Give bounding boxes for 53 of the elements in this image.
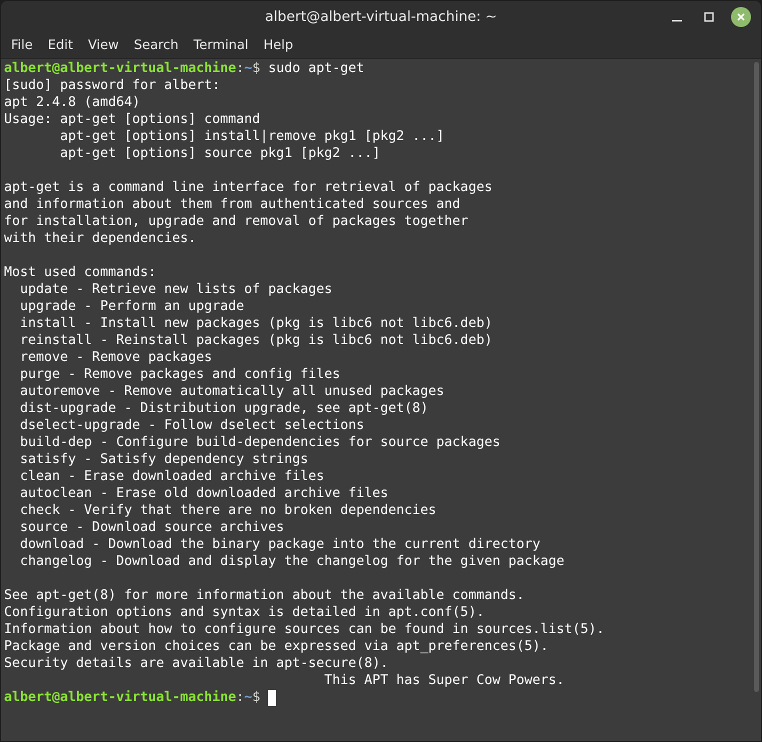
output-line: satisfy - Satisfy dependency strings bbox=[19, 451, 308, 468]
output-line: changelog - Download and display the changelog for the given package bbox=[19, 553, 564, 570]
menu-item[interactable]: Edit bbox=[40, 34, 80, 58]
output-line: apt-get is a command line interface for retrieval of packages bbox=[4, 179, 492, 196]
prompt-path: ~ bbox=[244, 689, 252, 706]
menu-item[interactable]: View bbox=[80, 34, 126, 58]
output-line: autoclean - Erase old downloaded archive files bbox=[19, 485, 388, 502]
output-line: [sudo] password for albert: bbox=[4, 77, 220, 94]
minimize-icon bbox=[672, 20, 682, 22]
output-line: Security details are available in apt-secure(8). bbox=[4, 655, 388, 672]
prompt-separator: : bbox=[236, 60, 244, 77]
prompt-path: ~ bbox=[244, 60, 252, 77]
output-line: apt-get [options] source pkg1 [pkg2 ...] bbox=[59, 145, 380, 162]
output-line: dselect-upgrade - Follow dselect selections bbox=[19, 417, 364, 434]
prompt-user-host: albert@albert-virtual-machine bbox=[4, 60, 236, 77]
window-title: albert@albert-virtual-machine: ~ bbox=[265, 8, 497, 26]
output-line: Package and version choices can be expressed via apt_preferences(5). bbox=[4, 638, 548, 655]
output-line: clean - Erase downloaded archive files bbox=[19, 468, 324, 485]
output-line: apt-get [options] install|remove pkg1 [pkg2 ...] bbox=[59, 128, 444, 145]
output-line: Information about how to configure sources can be found in sources.list(5). bbox=[4, 621, 604, 638]
output-line: reinstall - Reinstall packages (pkg is libc6 not libc6.deb) bbox=[19, 332, 492, 349]
output-line: dist-upgrade - Distribution upgrade, see apt-get(8) bbox=[19, 400, 428, 417]
output-line: for installation, upgrade and removal of packages together bbox=[4, 213, 468, 230]
output-line: update - Retrieve new lists of packages bbox=[19, 281, 332, 298]
prompt-user-host: albert@albert-virtual-machine bbox=[4, 689, 236, 706]
prompt-separator: : bbox=[236, 689, 244, 706]
output-line: Usage: apt-get [options] command bbox=[4, 111, 260, 128]
output-line: build-dep - Configure build-dependencies for source packages bbox=[19, 434, 500, 451]
output-line: install - Install new packages (pkg is libc6 not libc6.deb) bbox=[19, 315, 492, 332]
output-line: purge - Remove packages and config files bbox=[19, 366, 340, 383]
maximize-icon bbox=[704, 12, 714, 22]
menu-item[interactable]: Help bbox=[256, 34, 300, 58]
menu-item[interactable]: File bbox=[4, 34, 40, 58]
output-line: upgrade - Perform an upgrade bbox=[19, 298, 244, 315]
command-text: sudo apt-get bbox=[268, 60, 364, 77]
prompt-symbol: $ bbox=[252, 689, 260, 706]
menu-item[interactable]: Terminal bbox=[186, 34, 256, 58]
output-line: source - Download source archives bbox=[19, 519, 284, 536]
output-line: autoremove - Remove automatically all unused packages bbox=[19, 383, 444, 400]
output-line: check - Verify that there are no broken dependencies bbox=[19, 502, 436, 519]
prompt-symbol: $ bbox=[252, 60, 260, 77]
output-line: See apt-get(8) for more information about the available commands. bbox=[4, 587, 524, 604]
output-line: download - Download the binary package into the current directory bbox=[19, 536, 540, 553]
close-button[interactable] bbox=[731, 7, 751, 27]
menu-item[interactable]: Search bbox=[126, 34, 186, 58]
output-line: This APT has Super Cow Powers. bbox=[323, 672, 564, 689]
close-icon bbox=[736, 12, 746, 22]
output-line: Most used commands: bbox=[4, 264, 156, 281]
output-line: Configuration options and syntax is detailed in apt.conf(5). bbox=[4, 604, 484, 621]
output-line: with their dependencies. bbox=[4, 230, 196, 247]
output-line: remove - Remove packages bbox=[19, 349, 212, 366]
output-line: apt 2.4.8 (amd64) bbox=[4, 94, 140, 111]
output-line: and information about them from authenticated sources and bbox=[4, 196, 460, 213]
